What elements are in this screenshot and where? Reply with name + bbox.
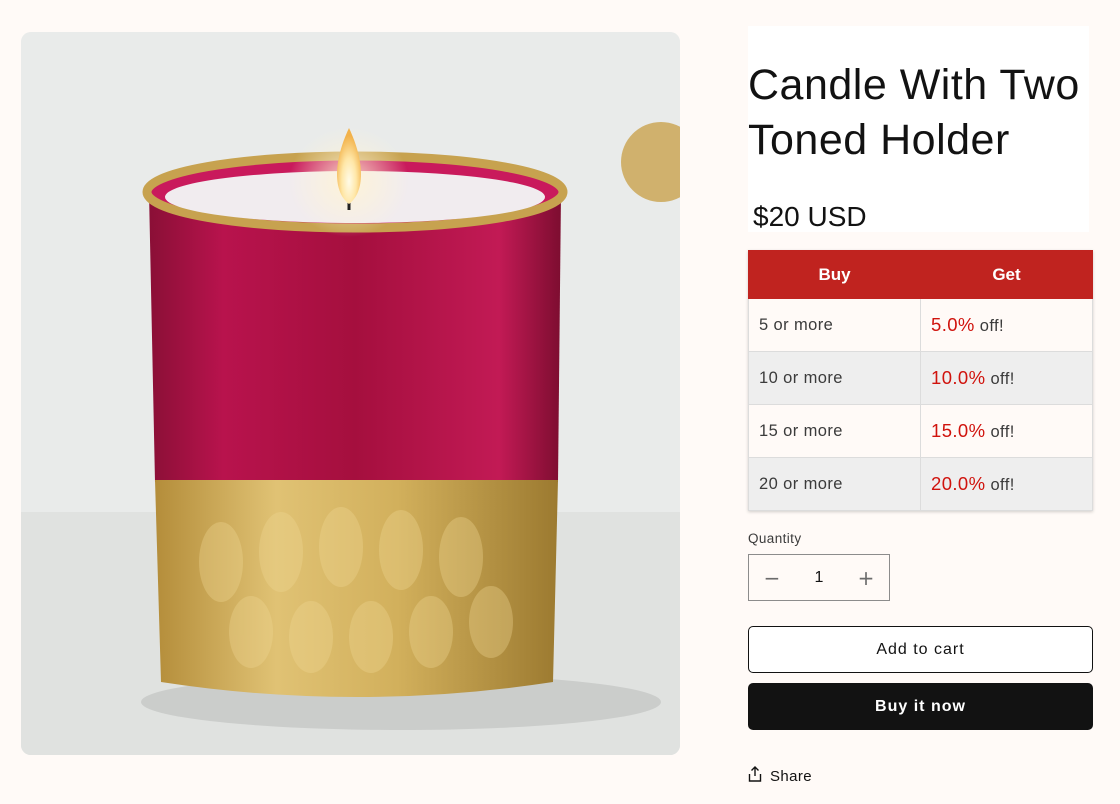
- quantity-stepper: − +: [748, 554, 890, 601]
- get-cell: 15.0% off!: [920, 404, 1093, 458]
- discount-percent: 10.0%: [931, 367, 986, 388]
- product-title-line2: Toned Holder: [748, 116, 1010, 164]
- table-row: 15 or more 15.0% off!: [748, 404, 1093, 458]
- candle-image: [21, 32, 680, 755]
- title-box: Candle With Two Toned Holder $20 USD: [748, 26, 1089, 232]
- increase-quantity-button[interactable]: +: [843, 555, 889, 600]
- quantity-input[interactable]: [795, 568, 843, 587]
- get-cell: 10.0% off!: [920, 351, 1093, 405]
- decrease-quantity-button[interactable]: −: [749, 555, 795, 600]
- get-cell: 5.0% off!: [920, 298, 1093, 352]
- product-price: $20 USD: [753, 201, 867, 232]
- buy-cell: 15 or more: [748, 404, 921, 458]
- buy-cell: 10 or more: [748, 351, 921, 405]
- discount-percent: 15.0%: [931, 420, 986, 441]
- volume-discount-table: Buy Get 5 or more 5.0% off! 10 or more 1…: [748, 250, 1093, 511]
- discount-percent: 20.0%: [931, 473, 986, 494]
- discount-suffix: off!: [990, 423, 1015, 441]
- minus-icon: −: [763, 565, 781, 590]
- column-header-buy: Buy: [748, 250, 921, 299]
- share-label: Share: [770, 767, 813, 785]
- discount-suffix: off!: [990, 476, 1015, 494]
- plus-icon: +: [857, 565, 875, 590]
- discount-suffix: off!: [979, 317, 1004, 335]
- add-to-cart-button[interactable]: Add to cart: [748, 626, 1093, 673]
- share-button[interactable]: Share: [748, 766, 812, 786]
- share-icon: [748, 766, 762, 786]
- discount-suffix: off!: [990, 370, 1015, 388]
- table-header-row: Buy Get: [748, 250, 1093, 299]
- get-cell: 20.0% off!: [920, 457, 1093, 511]
- discount-percent: 5.0%: [931, 314, 975, 335]
- product-info: Candle With Two Toned Holder $20 USD Buy…: [748, 26, 1093, 785]
- table-row: 10 or more 10.0% off!: [748, 351, 1093, 405]
- table-row: 5 or more 5.0% off!: [748, 298, 1093, 352]
- product-title-line1: Candle With Two: [748, 61, 1080, 109]
- buy-cell: 5 or more: [748, 298, 921, 352]
- product-page: Candle With Two Toned Holder $20 USD Buy…: [0, 0, 1120, 804]
- product-image[interactable]: [21, 32, 680, 755]
- product-title: Candle With Two Toned Holder: [748, 58, 1089, 168]
- table-row: 20 or more 20.0% off!: [748, 457, 1093, 511]
- buy-cell: 20 or more: [748, 457, 921, 511]
- buy-it-now-button[interactable]: Buy it now: [748, 683, 1093, 730]
- column-header-get: Get: [920, 250, 1093, 299]
- quantity-label: Quantity: [748, 531, 802, 546]
